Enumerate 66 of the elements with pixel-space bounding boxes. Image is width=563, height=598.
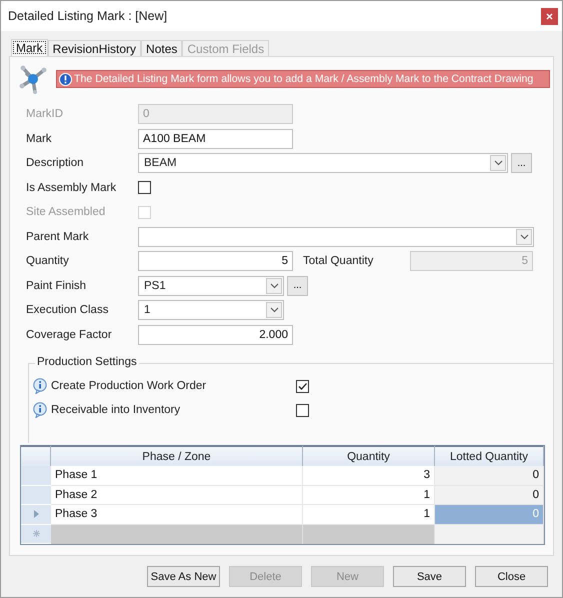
row-header[interactable] <box>21 505 51 524</box>
dropdown-icon <box>516 228 532 245</box>
row-header[interactable] <box>21 466 51 486</box>
action-button[interactable]: Save As New <box>147 566 220 587</box>
dropdown-field[interactable]: PS1 <box>138 276 284 296</box>
column-header[interactable]: Lotted Quantity <box>435 445 544 466</box>
dropdown-field[interactable]: 1 <box>138 300 284 320</box>
field-label: Description <box>25 157 85 170</box>
new-row-cell[interactable] <box>435 524 544 544</box>
banner-text: The Detailed Listing Mark form allows you to add a Mark / Assembly Mark to the Contract Drawing <box>74 73 534 85</box>
current-row-icon <box>34 510 38 518</box>
dropdown-field[interactable]: BEAM <box>138 153 508 174</box>
new-row-icon <box>32 530 40 538</box>
tab[interactable]: RevisionHistory <box>48 40 142 56</box>
column-header[interactable]: Quantity <box>303 445 435 466</box>
setting-label: Create Production Work Order <box>51 380 208 392</box>
tab[interactable]: Notes <box>141 40 182 56</box>
joint-icon <box>18 64 48 94</box>
alert-icon <box>59 72 72 86</box>
text-field[interactable]: A100 BEAM <box>138 128 293 149</box>
field-label: Site Assembled <box>25 206 106 218</box>
new-row-cell[interactable] <box>303 524 435 544</box>
field-label: Is Assembly Mark <box>25 182 118 194</box>
field-label: Execution Class <box>25 304 110 316</box>
table-cell: 0 <box>435 505 544 524</box>
table-cell: 3 <box>303 466 435 486</box>
setting-label: Receivable into Inventory <box>51 404 182 416</box>
close-icon <box>546 12 553 20</box>
field-label: Mark <box>25 132 53 145</box>
dropdown-field[interactable] <box>138 226 534 247</box>
group-title: Production Settings <box>35 356 139 368</box>
field-label: Quantity <box>25 255 70 268</box>
table-cell: Phase 2 <box>51 486 303 505</box>
field-label: Paint Finish <box>25 280 88 292</box>
tab[interactable]: Mark <box>11 39 48 56</box>
dropdown-icon <box>490 155 506 172</box>
table-cell: Phase 3 <box>51 505 303 524</box>
row-header[interactable] <box>21 524 51 544</box>
field-label: Parent Mark <box>25 230 90 243</box>
text-field[interactable]: 5 <box>138 251 293 272</box>
action-button[interactable]: Close <box>475 566 548 587</box>
new-row-cell[interactable] <box>51 524 303 544</box>
row-header-corner <box>21 445 51 466</box>
browse-button[interactable]: ... <box>511 153 532 174</box>
close-button[interactable] <box>541 8 558 24</box>
text-field[interactable]: 2.000 <box>138 324 293 345</box>
table-cell: 0 <box>435 486 544 505</box>
checkbox[interactable] <box>296 404 309 416</box>
browse-button[interactable]: ... <box>287 276 308 296</box>
dropdown-icon <box>266 302 282 318</box>
window-title: Detailed Listing Mark : [New] <box>8 9 168 23</box>
table-cell: 1 <box>303 486 435 505</box>
checkbox[interactable] <box>296 380 309 392</box>
table-cell: 1 <box>303 505 435 524</box>
checkbox[interactable] <box>138 181 151 194</box>
column-header[interactable]: Phase / Zone <box>51 445 303 466</box>
info-icon <box>33 378 48 394</box>
field-label: Total Quantity <box>302 255 374 268</box>
table-cell: 0 <box>435 466 544 486</box>
table-cell: Phase 1 <box>51 466 303 486</box>
info-icon <box>33 402 48 418</box>
row-header[interactable] <box>21 486 51 505</box>
action-button[interactable]: Save <box>393 566 466 587</box>
field-label: Coverage Factor <box>25 328 113 341</box>
dropdown-icon <box>266 278 282 294</box>
field-label: MarkID <box>25 108 64 120</box>
